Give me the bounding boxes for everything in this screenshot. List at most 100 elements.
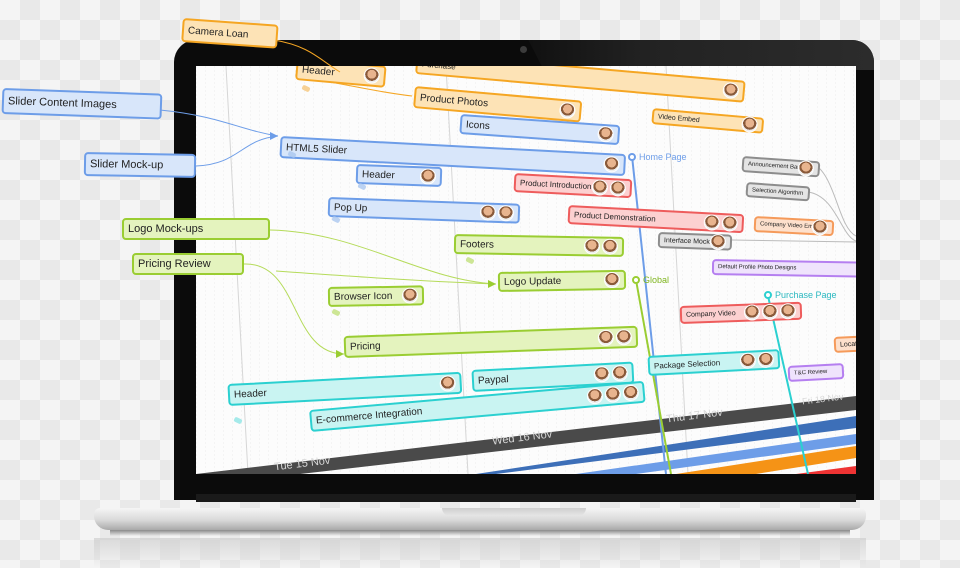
task-label: Selection Algorithm xyxy=(751,186,804,197)
avatar xyxy=(739,352,757,370)
task-assignees xyxy=(722,81,740,100)
task-label: Company Video xyxy=(685,309,736,319)
task-label: Pricing Review xyxy=(138,258,211,270)
laptop-hinge xyxy=(196,494,856,502)
avatar xyxy=(743,304,761,321)
task-label: Logo Update xyxy=(503,275,562,288)
avatar xyxy=(593,365,611,383)
task-label: Pop Up xyxy=(333,201,368,214)
task-default-profile-photo-designs[interactable]: Default Profile Photo Designs xyxy=(711,259,856,278)
avatar xyxy=(721,214,739,232)
task-assignees xyxy=(401,287,419,304)
task-assignees xyxy=(797,159,815,178)
avatar xyxy=(722,81,740,100)
milestone-purchase-page[interactable]: Purchase Page xyxy=(764,290,837,300)
laptop-shadow xyxy=(110,530,850,536)
avatar xyxy=(740,115,759,134)
avatar xyxy=(363,66,381,85)
avatar xyxy=(479,204,497,221)
task-assignees xyxy=(709,233,727,251)
task-label: Package Selection xyxy=(653,357,721,371)
task-interface-mockup[interactable]: Interface Mock-up xyxy=(657,232,733,251)
task-logo-update[interactable]: Logo Update xyxy=(497,269,627,292)
external-task-logo-mockups[interactable]: Logo Mock-ups xyxy=(122,218,270,240)
avatar xyxy=(597,125,615,143)
avatar xyxy=(597,329,615,347)
laptop-reflection xyxy=(94,538,866,568)
task-assignees xyxy=(597,328,633,347)
task-browser-icon[interactable]: Browser Icon xyxy=(327,285,425,307)
task-label: Video Embed xyxy=(657,113,701,124)
task-label: Header xyxy=(301,66,336,78)
task-assignees xyxy=(603,271,621,289)
avatar xyxy=(603,271,621,289)
task-assignees xyxy=(439,375,457,392)
avatar xyxy=(609,179,627,197)
avatar xyxy=(761,303,779,321)
milestone-marker-icon xyxy=(764,291,772,299)
task-label: Pricing xyxy=(349,340,381,353)
task-label: Logo Mock-ups xyxy=(128,223,204,235)
task-label: Announcement Banner xyxy=(747,161,799,171)
task-assignees xyxy=(591,178,627,197)
milestone-marker-icon xyxy=(628,153,636,161)
webcam-icon xyxy=(520,46,527,53)
external-task-slider-mockup[interactable]: Slider Mock-up xyxy=(83,152,197,178)
task-footers[interactable]: Footers xyxy=(453,234,625,257)
task-label: Company Video Embed xyxy=(759,221,813,231)
avatar xyxy=(601,238,619,255)
task-label: Interface Mock-up xyxy=(663,236,711,246)
avatar xyxy=(497,204,515,222)
task-assignees xyxy=(811,219,829,236)
avatar xyxy=(558,101,577,120)
task-label: Slider Mock-up xyxy=(89,158,164,172)
milestone-label: Home Page xyxy=(639,152,687,162)
task-assignees xyxy=(363,66,381,85)
milestone-label: Global xyxy=(643,275,670,285)
task-assignees xyxy=(479,204,515,222)
timeline-screen: Tue 15 Nov Wed 16 Nov Thu 17 Nov Fri 18 … xyxy=(196,66,856,474)
task-assignees xyxy=(586,384,640,405)
avatar xyxy=(583,238,601,255)
task-location[interactable]: Location xyxy=(833,334,856,353)
task-label: Product Introduction xyxy=(519,178,592,192)
milestone-label: Purchase Page xyxy=(775,290,837,300)
avatar xyxy=(611,364,629,382)
task-label: Paypal xyxy=(477,373,509,387)
task-assignees xyxy=(740,115,759,134)
task-assignees xyxy=(739,351,775,370)
milestone-global[interactable]: Global xyxy=(632,275,669,285)
avatar xyxy=(811,219,829,236)
external-task-slider-content-images[interactable]: Slider Content Images xyxy=(1,88,163,120)
task-label: Slider Content Images xyxy=(7,95,117,112)
task-header-blue[interactable]: Header xyxy=(355,164,443,187)
avatar xyxy=(591,178,609,196)
task-assignees xyxy=(597,125,615,143)
avatar xyxy=(401,287,419,304)
task-assignees xyxy=(603,155,620,173)
task-assignees xyxy=(743,302,797,321)
avatar xyxy=(439,375,457,392)
task-assignees xyxy=(703,213,739,232)
task-label: Camera Loan xyxy=(187,24,249,41)
task-tc-review[interactable]: T&C Review xyxy=(787,363,845,382)
external-task-pricing-review[interactable]: Pricing Review xyxy=(132,253,244,275)
task-assignees xyxy=(583,238,619,255)
avatar xyxy=(709,233,727,251)
task-assignees xyxy=(419,168,437,185)
task-label: Location xyxy=(839,339,856,349)
task-label: Browser Icon xyxy=(333,290,393,303)
avatar xyxy=(797,159,815,178)
milestone-home-page[interactable]: Home Page xyxy=(628,152,687,162)
avatar xyxy=(703,213,721,231)
laptop-lid-notch xyxy=(442,508,586,516)
milestone-marker-icon xyxy=(632,276,640,284)
avatar xyxy=(604,385,622,404)
task-label: Header xyxy=(361,168,395,181)
avatar xyxy=(622,384,640,402)
avatar xyxy=(757,351,775,369)
task-label: Footers xyxy=(459,238,494,251)
avatar xyxy=(586,387,604,405)
avatar xyxy=(779,302,797,320)
task-label: Default Profile Photo Designs xyxy=(717,264,797,272)
